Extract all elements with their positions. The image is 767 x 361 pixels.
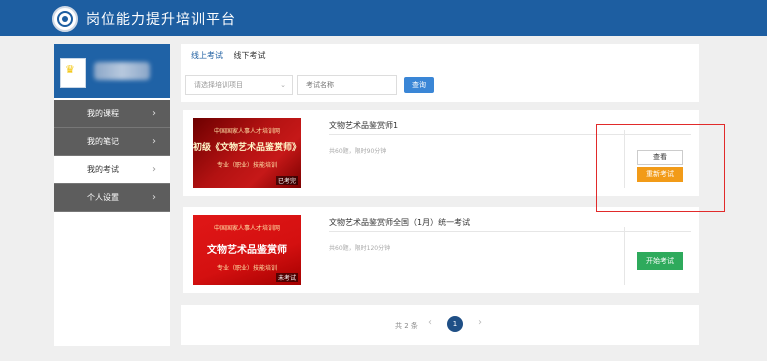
thumb-line: 初级《文物艺术品鉴赏师》 — [193, 143, 301, 153]
exam-filter-panel: 线上考试 线下考试 请选择培训项目 ⌄ 查询 — [181, 44, 699, 102]
divider — [329, 231, 691, 232]
thumb-line: 专业（职业）技能培训 — [216, 162, 277, 169]
annotation-highlight-box — [596, 124, 725, 212]
exam-title[interactable]: 文物艺术品鉴赏师全国（1月）统一考试 — [329, 217, 470, 228]
chevron-right-icon: › — [152, 108, 156, 119]
platform-logo-icon — [52, 6, 78, 32]
blurred-username — [94, 62, 150, 80]
exam-meta: 共60题，限时90分钟 — [329, 148, 387, 155]
sidebar-item-label: 我的考试 — [87, 165, 119, 174]
status-badge: 已考完 — [275, 176, 298, 185]
query-button[interactable]: 查询 — [404, 77, 434, 93]
exam-card: 中国国家人事人才培训网 文物艺术品鉴赏师 专业（职业）技能培训 未考试 文物艺术… — [183, 207, 699, 293]
pagination: 共 2 条 ‹ 1 › — [181, 305, 699, 345]
sidebar-item-label: 我的笔记 — [87, 137, 119, 146]
chevron-down-icon: ⌄ — [280, 81, 286, 89]
sidebar-item-my-notes[interactable]: 我的笔记 › — [54, 128, 170, 156]
exam-title[interactable]: 文物艺术品鉴赏师1 — [329, 120, 398, 131]
crown-icon: ♛ — [65, 63, 75, 76]
sidebar: ♛ 我的课程 › 我的笔记 › 我的考试 › 个人设置 › — [54, 44, 170, 346]
sidebar-item-my-courses[interactable]: 我的课程 › — [54, 100, 170, 128]
chevron-right-icon: › — [152, 136, 156, 147]
tab-offline-exam[interactable]: 线下考试 — [234, 50, 266, 61]
exam-name-input[interactable] — [297, 75, 397, 95]
sidebar-menu: 我的课程 › 我的笔记 › 我的考试 › 个人设置 › — [54, 100, 170, 212]
thumb-line: 文物艺术品鉴赏师 — [207, 245, 287, 256]
training-project-select[interactable]: 请选择培训项目 ⌄ — [185, 75, 293, 95]
thumb-line: 中国国家人事人才培训网 — [213, 225, 280, 232]
sidebar-item-my-exams[interactable]: 我的考试 › — [54, 156, 170, 184]
sidebar-item-personal-settings[interactable]: 个人设置 › — [54, 184, 170, 212]
chevron-right-icon[interactable]: › — [478, 317, 482, 328]
pagination-page-current[interactable]: 1 — [447, 316, 463, 332]
status-badge: 未考试 — [275, 273, 298, 282]
start-exam-button[interactable]: 开始考试 — [637, 252, 683, 270]
chevron-left-icon[interactable]: ‹ — [428, 317, 432, 328]
exam-tabs: 线上考试 线下考试 — [191, 50, 274, 61]
user-profile: ♛ — [54, 44, 170, 98]
pagination-total: 共 2 条 — [395, 322, 418, 330]
exam-meta: 共60题，限时120分钟 — [329, 245, 391, 252]
thumb-line: 中国国家人事人才培训网 — [213, 128, 280, 135]
chevron-right-icon: › — [152, 192, 156, 203]
sidebar-item-label: 我的课程 — [87, 109, 119, 118]
avatar[interactable]: ♛ — [60, 58, 86, 88]
platform-title: 岗位能力提升培训平台 — [86, 12, 236, 28]
sidebar-item-label: 个人设置 — [87, 193, 119, 202]
chevron-right-icon: › — [152, 164, 156, 175]
tab-online-exam[interactable]: 线上考试 — [191, 50, 223, 61]
top-header: 岗位能力提升培训平台 — [0, 0, 767, 36]
divider — [624, 227, 625, 285]
select-value: 请选择培训项目 — [194, 81, 243, 89]
thumb-line: 专业（职业）技能培训 — [216, 265, 277, 272]
exam-thumbnail[interactable]: 中国国家人事人才培训网 初级《文物艺术品鉴赏师》 专业（职业）技能培训 已考完 — [193, 118, 301, 188]
exam-thumbnail[interactable]: 中国国家人事人才培训网 文物艺术品鉴赏师 专业（职业）技能培训 未考试 — [193, 215, 301, 285]
